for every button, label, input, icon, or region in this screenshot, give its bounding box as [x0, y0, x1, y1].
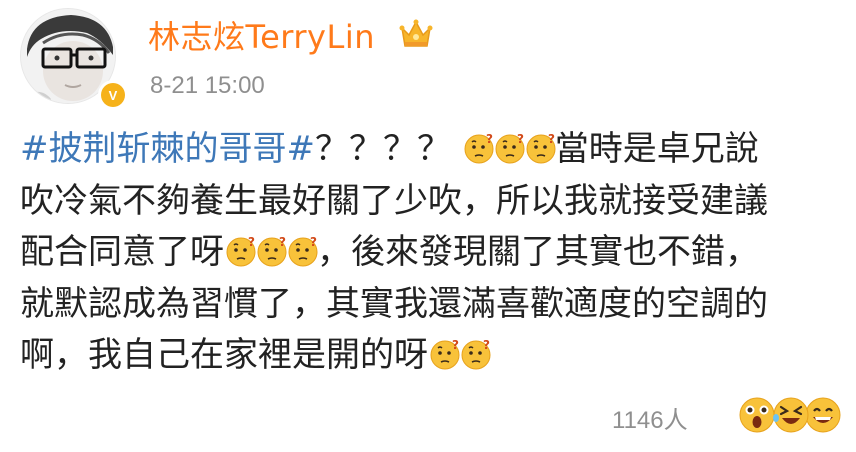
hashtag-link[interactable]: #披荆斩棘的哥哥#	[20, 129, 315, 169]
author-name[interactable]: 林志炫TerryLin	[148, 12, 375, 58]
post-line-4: 就默認成為習慣了，其實我還滿喜歡適度的空調的	[20, 283, 768, 324]
thinking-face-icon: ?	[226, 235, 256, 267]
crown-icon	[399, 19, 433, 47]
surprised-face-icon	[739, 397, 775, 433]
post-line-1: #披荆斩棘的哥哥#？？？？ ??? 當時是卓兄說	[20, 124, 840, 176]
svg-text:?: ?	[248, 235, 255, 249]
post-line-3: 配合同意了呀??? ，後來發現關了其實也不錯，	[20, 227, 840, 279]
avatar-wrapper[interactable]: V	[20, 8, 128, 110]
reaction-count[interactable]: 1146人	[612, 400, 688, 435]
svg-text:?: ?	[548, 132, 555, 146]
svg-text:?: ?	[486, 132, 493, 146]
thinking-face-icon: ?	[464, 132, 494, 164]
svg-text:?: ?	[310, 235, 317, 249]
svg-text:?: ?	[517, 132, 524, 146]
thinking-face-icon: ?	[461, 338, 491, 370]
svg-text:?: ?	[452, 338, 459, 352]
verified-badge-icon: V	[98, 80, 128, 110]
post-text-segment: 當時是卓兄說	[554, 129, 759, 169]
question-marks: ？？？？	[314, 129, 451, 169]
post-text-segment: ，後來發現關了其實也不錯，	[317, 232, 759, 272]
reaction-icons[interactable]	[738, 396, 842, 436]
thinking-face-icon: ?	[495, 132, 525, 164]
svg-text:?: ?	[279, 235, 286, 249]
laughing-face-icon	[773, 397, 809, 433]
post-text-segment: 配合同意了呀	[20, 232, 224, 272]
post-timestamp[interactable]: 8-21 15:00	[150, 72, 265, 100]
thinking-face-icon: ?	[430, 338, 460, 370]
thinking-face-icon: ?	[288, 235, 318, 267]
thinking-face-icon: ?	[257, 235, 287, 267]
svg-text:?: ?	[483, 338, 490, 352]
post-body: #披荆斩棘的哥哥#？？？？ ??? 當時是卓兄說 吹冷氣不夠養生最好關了少吹，所以…	[20, 124, 840, 382]
post-line-2: 吹冷氣不夠養生最好關了少吹，所以我就接受建議	[20, 180, 768, 221]
post-line-5: 啊，我自己在家裡是開的呀??	[20, 330, 840, 382]
thinking-face-icon: ?	[526, 132, 556, 164]
post-text-segment: 啊，我自己在家裡是開的呀	[20, 335, 428, 375]
